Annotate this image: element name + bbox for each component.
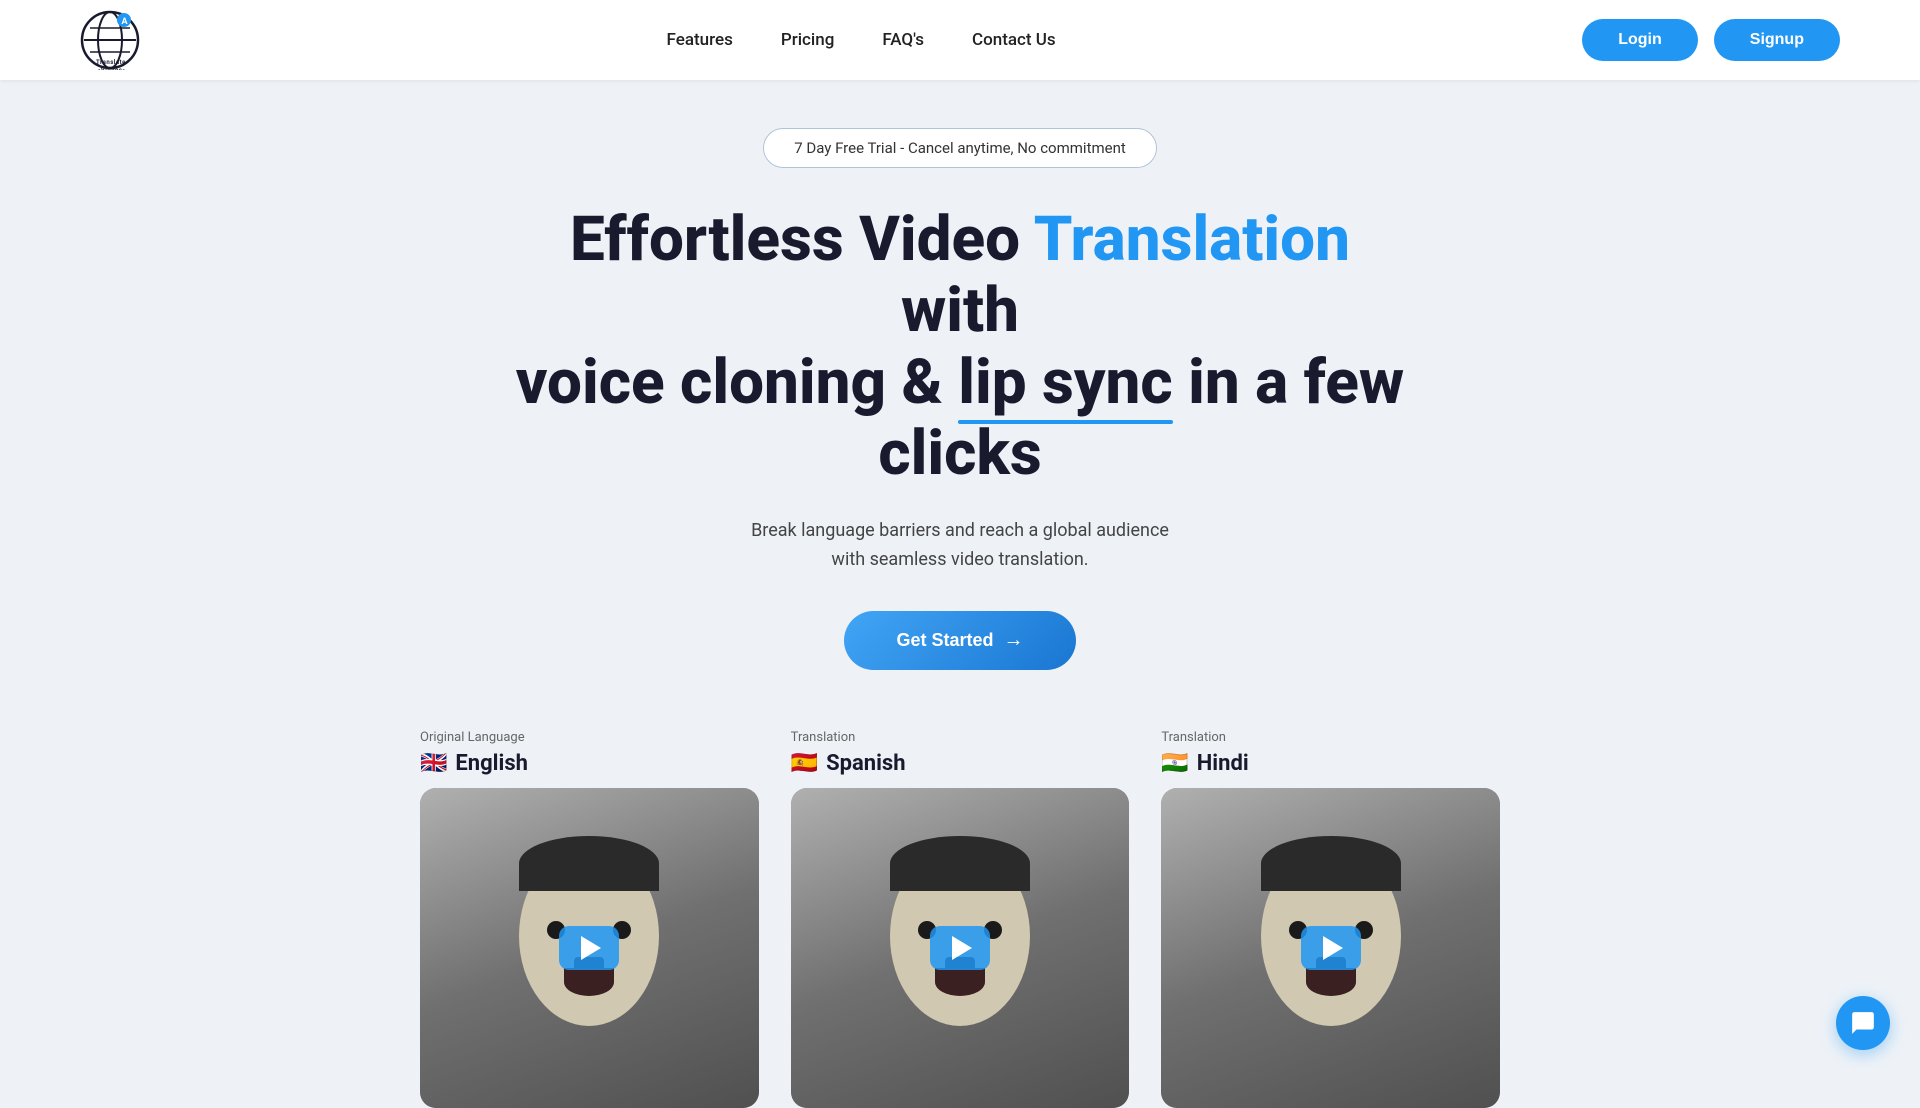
video-columns: Original Language 🇬🇧 English Translation… xyxy=(420,730,1500,1108)
nav-pricing[interactable]: Pricing xyxy=(781,30,835,50)
logo-link[interactable]: A Translate -Videos- xyxy=(80,10,140,70)
play-button-0[interactable] xyxy=(559,926,619,970)
video-thumb-0[interactable] xyxy=(420,788,759,1108)
login-button[interactable]: Login xyxy=(1582,19,1698,61)
get-started-button[interactable]: Get Started → xyxy=(844,611,1075,670)
chat-support-button[interactable] xyxy=(1836,996,1890,1050)
get-started-label: Get Started xyxy=(896,630,993,651)
logo-icon: A Translate -Videos- xyxy=(80,10,140,70)
title-part1: Effortless Video xyxy=(570,203,1034,276)
hero-title: Effortless Video Translation with voice … xyxy=(510,204,1410,489)
video-label-2: Translation xyxy=(1161,730,1500,745)
nav-features[interactable]: Features xyxy=(667,30,733,50)
arrow-icon: → xyxy=(1004,629,1024,652)
video-thumb-2[interactable] xyxy=(1161,788,1500,1108)
nav-contact[interactable]: Contact Us xyxy=(972,30,1056,50)
language-name-1: Spanish xyxy=(826,751,905,776)
nav-actions: Login Signup xyxy=(1582,19,1840,61)
video-section: Original Language 🇬🇧 English Translation… xyxy=(360,730,1560,1108)
video-col-1: Translation 🇪🇸 Spanish xyxy=(791,730,1130,1108)
svg-text:A: A xyxy=(122,17,129,27)
language-name-2: Hindi xyxy=(1197,751,1249,776)
video-thumb-1[interactable] xyxy=(791,788,1130,1108)
video-col-2: Translation 🇮🇳 Hindi xyxy=(1161,730,1500,1108)
title-underline: lip sync xyxy=(958,347,1172,418)
title-part3: voice cloning & xyxy=(516,346,958,419)
signup-button[interactable]: Signup xyxy=(1714,19,1840,61)
svg-text:Translate: Translate xyxy=(96,59,126,66)
video-col-0: Original Language 🇬🇧 English xyxy=(420,730,759,1108)
video-label-0: Original Language xyxy=(420,730,759,745)
video-lang-0: 🇬🇧 English xyxy=(420,751,759,776)
trial-badge: 7 Day Free Trial - Cancel anytime, No co… xyxy=(763,128,1157,168)
flag-icon-1: 🇪🇸 xyxy=(791,751,818,776)
nav-faqs[interactable]: FAQ's xyxy=(882,30,924,50)
nav-links: Features Pricing FAQ's Contact Us xyxy=(667,30,1056,50)
play-button-2[interactable] xyxy=(1301,926,1361,970)
svg-text:-Videos-: -Videos- xyxy=(98,67,125,70)
video-label-1: Translation xyxy=(791,730,1130,745)
video-lang-1: 🇪🇸 Spanish xyxy=(791,751,1130,776)
main-content: 7 Day Free Trial - Cancel anytime, No co… xyxy=(0,80,1920,1108)
title-highlight: Translation xyxy=(1034,203,1350,276)
flag-icon-0: 🇬🇧 xyxy=(420,751,447,776)
chat-icon xyxy=(1850,1010,1876,1036)
play-button-1[interactable] xyxy=(930,926,990,970)
hero-subtitle: Break language barriers and reach a glob… xyxy=(751,517,1169,575)
language-name-0: English xyxy=(455,751,528,776)
title-part2: with xyxy=(901,274,1019,347)
flag-icon-2: 🇮🇳 xyxy=(1161,751,1188,776)
navbar: A Translate -Videos- Features Pricing FA… xyxy=(0,0,1920,80)
video-lang-2: 🇮🇳 Hindi xyxy=(1161,751,1500,776)
